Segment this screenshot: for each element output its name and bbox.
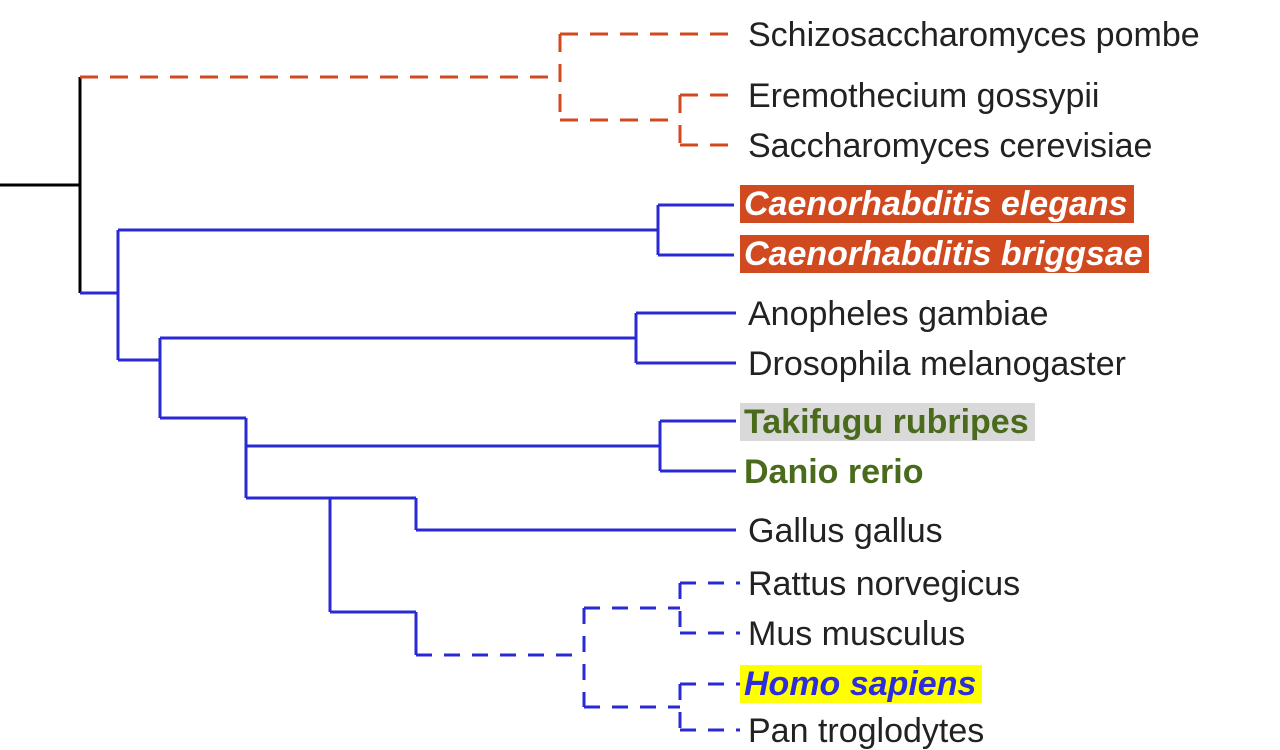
- leaf-danio-rerio: Danio rerio: [740, 453, 929, 491]
- leaf-gallus-gallus: Gallus gallus: [744, 512, 949, 550]
- leaf-schizosaccharomyces-pombe: Schizosaccharomyces pombe: [744, 16, 1206, 54]
- leaf-anopheles-gambiae: Anopheles gambiae: [744, 295, 1055, 333]
- leaf-eremothecium-gossypii: Eremothecium gossypii: [744, 77, 1105, 115]
- leaf-homo-sapiens: Homo sapiens: [740, 665, 982, 703]
- clade-animals: [80, 205, 736, 655]
- leaf-mus-musculus: Mus musculus: [744, 615, 971, 653]
- leaf-takifugu-rubripes: Takifugu rubripes: [740, 403, 1035, 441]
- leaf-caenorhabditis-briggsae: Caenorhabditis briggsae: [740, 235, 1149, 273]
- clade-fungi: [80, 34, 740, 145]
- leaf-rattus-norvegicus: Rattus norvegicus: [744, 565, 1026, 603]
- leaf-drosophila-melanogaster: Drosophila melanogaster: [744, 345, 1132, 383]
- leaf-caenorhabditis-elegans: Caenorhabditis elegans: [740, 185, 1134, 223]
- leaf-saccharomyces-cerevisiae: Saccharomyces cerevisiae: [744, 127, 1158, 165]
- clade-mammals: [416, 583, 740, 730]
- leaf-pan-troglodytes: Pan troglodytes: [744, 712, 990, 750]
